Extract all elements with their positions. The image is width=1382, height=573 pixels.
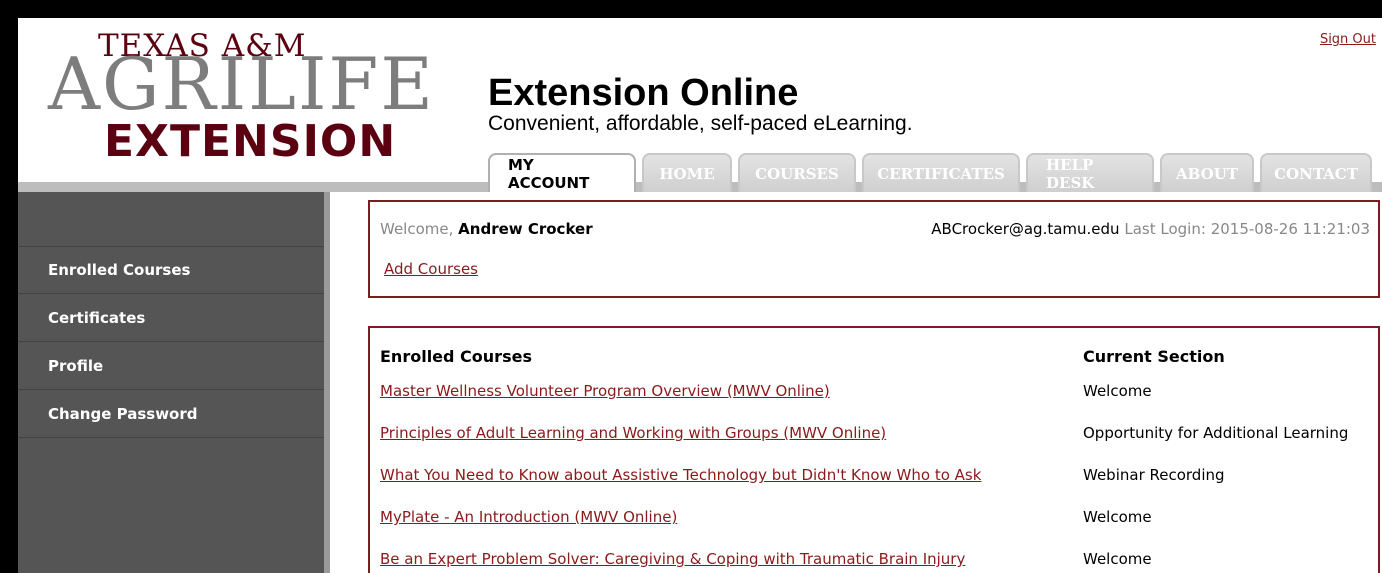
logo-agrilife: AGRILIFE [48, 42, 435, 126]
sidebar-item-enrolled-courses[interactable]: Enrolled Courses [18, 246, 324, 294]
course-section: Webinar Recording [1083, 466, 1225, 484]
table-row: MyPlate - An Introduction (MWV Online) W… [380, 496, 1370, 538]
tab-contact[interactable]: CONTACT [1260, 153, 1372, 192]
courses-table: Enrolled Courses Current Section Master … [380, 342, 1370, 573]
tab-courses[interactable]: COURSES [738, 153, 856, 192]
add-courses-link[interactable]: Add Courses [384, 260, 478, 278]
welcome-prefix: Welcome, [380, 220, 454, 238]
sidebar-menu: Enrolled Courses Certificates Profile Ch… [18, 246, 324, 438]
course-section: Welcome [1083, 508, 1152, 526]
app-frame: TEXAS A&M AGRILIFE EXTENSION Extension O… [18, 18, 1382, 573]
course-section: Welcome [1083, 550, 1152, 568]
account-info: ABCrocker@ag.tamu.edu Last Login: 2015-0… [931, 220, 1370, 238]
welcome-panel: Welcome, Andrew Crocker ABCrocker@ag.tam… [368, 200, 1380, 298]
course-section: Welcome [1083, 382, 1152, 400]
logo-extension: EXTENSION [104, 116, 397, 167]
sidebar-item-certificates[interactable]: Certificates [18, 294, 324, 342]
course-link[interactable]: Master Wellness Volunteer Program Overvi… [380, 382, 830, 400]
table-row: Principles of Adult Learning and Working… [380, 412, 1370, 454]
tab-my-account[interactable]: MY ACCOUNT [488, 153, 636, 192]
sidebar-item-change-password[interactable]: Change Password [18, 390, 324, 438]
site-subtitle: Convenient, affordable, self-paced eLear… [488, 112, 913, 135]
table-header-row: Enrolled Courses Current Section [380, 342, 1370, 370]
course-link[interactable]: MyPlate - An Introduction (MWV Online) [380, 508, 677, 526]
tab-home[interactable]: HOME [642, 153, 732, 192]
last-login-value: 2015-08-26 11:21:03 [1210, 220, 1370, 238]
site-title: Extension Online [488, 72, 799, 114]
main-nav-tabs: MY ACCOUNT HOME COURSES CERTIFICATES HEL… [488, 153, 1372, 192]
sidebar: Enrolled Courses Certificates Profile Ch… [18, 192, 330, 573]
last-login-label: Last Login: [1124, 220, 1206, 238]
welcome-line: Welcome, Andrew Crocker [380, 220, 593, 238]
user-name: Andrew Crocker [458, 220, 593, 238]
sign-out-link[interactable]: Sign Out [1320, 32, 1376, 47]
sidebar-item-profile[interactable]: Profile [18, 342, 324, 390]
tab-certificates[interactable]: CERTIFICATES [862, 153, 1020, 192]
agrilife-logo[interactable]: TEXAS A&M AGRILIFE EXTENSION [18, 18, 433, 178]
course-link[interactable]: What You Need to Know about Assistive Te… [380, 466, 981, 484]
course-section: Opportunity for Additional Learning [1083, 424, 1349, 442]
course-link[interactable]: Principles of Adult Learning and Working… [380, 424, 886, 442]
enrolled-courses-panel: Enrolled Courses Current Section Master … [368, 326, 1380, 573]
tab-about[interactable]: ABOUT [1160, 153, 1254, 192]
table-row: What You Need to Know about Assistive Te… [380, 454, 1370, 496]
table-row: Master Wellness Volunteer Program Overvi… [380, 370, 1370, 412]
course-link[interactable]: Be an Expert Problem Solver: Caregiving … [380, 550, 965, 568]
table-row: Be an Expert Problem Solver: Caregiving … [380, 538, 1370, 573]
tab-help-desk[interactable]: HELP DESK [1026, 153, 1154, 192]
user-email: ABCrocker@ag.tamu.edu [931, 220, 1120, 238]
header-enrolled-courses: Enrolled Courses [380, 346, 532, 366]
header-current-section: Current Section [1083, 346, 1225, 366]
